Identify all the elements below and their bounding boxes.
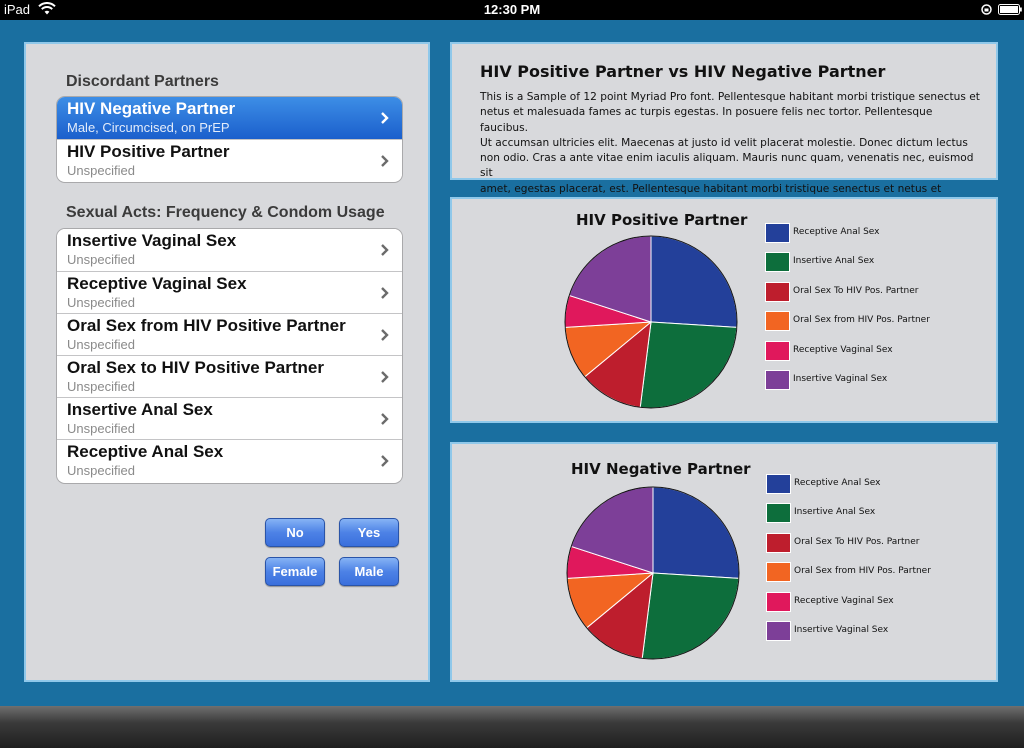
- row-title: Oral Sex to HIV Positive Partner: [67, 358, 324, 377]
- yes-button[interactable]: Yes: [339, 518, 399, 547]
- male-button[interactable]: Male: [339, 557, 399, 586]
- row-subtitle: Unspecified: [67, 252, 135, 267]
- row-title: Oral Sex from HIV Positive Partner: [67, 316, 346, 335]
- act-row-insertive-anal[interactable]: Insertive Anal Sex Unspecified: [57, 397, 402, 439]
- pie-slice: [641, 572, 740, 660]
- description-panel: HIV Positive Partner vs HIV Negative Par…: [450, 42, 998, 210]
- battery-icon: [998, 4, 1022, 15]
- chart-panel-negative: HIV Negative Partner Receptive Anal Sex I…: [450, 442, 998, 682]
- row-subtitle: Unspecified: [67, 379, 135, 394]
- row-subtitle: Unspecified: [67, 463, 135, 478]
- chevron-right-icon: [381, 455, 389, 467]
- description-body: This is a Sample of 12 point Myriad Pro …: [480, 90, 980, 212]
- row-title: Insertive Vaginal Sex: [67, 231, 237, 250]
- act-row-oral-from-positive[interactable]: Oral Sex from HIV Positive Partner Unspe…: [57, 313, 402, 355]
- chart-title: HIV Positive Partner: [576, 211, 748, 229]
- legend-label: Insertive Vaginal Sex: [794, 625, 889, 635]
- partner-row-hiv-positive[interactable]: HIV Positive Partner Unspecified: [57, 139, 402, 181]
- bottom-bar: [0, 706, 1024, 748]
- legend-label: Oral Sex To HIV Pos. Partner: [794, 536, 920, 547]
- rotation-lock-icon: [981, 4, 992, 15]
- description-line: This is a Sample of 12 point Myriad Pro …: [480, 91, 980, 103]
- legend-swatch: [765, 223, 790, 243]
- status-bar: iPad 12:30 PM: [0, 0, 1024, 20]
- pie-chart-positive: [564, 235, 738, 409]
- description-line: non odio. Cras a ante vitae enim iaculis…: [480, 152, 974, 180]
- row-subtitle: Unspecified: [67, 163, 135, 178]
- legend-negative: Receptive Anal Sex Insertive Anal Sex Oral…: [766, 474, 936, 650]
- legend-label: Oral Sex from HIV Pos. Partner: [794, 566, 931, 577]
- row-title: Receptive Vaginal Sex: [67, 274, 247, 293]
- pie-slice: [639, 321, 738, 409]
- chart-panel-positive: HIV Positive Partner Receptive Anal Sex I…: [450, 197, 998, 423]
- act-row-receptive-vaginal[interactable]: Receptive Vaginal Sex Unspecified: [57, 271, 402, 313]
- act-row-insertive-vaginal[interactable]: Insertive Vaginal Sex Unspecified: [57, 229, 402, 271]
- legend-label: Receptive Vaginal Sex: [793, 344, 893, 355]
- female-button[interactable]: Female: [265, 557, 325, 586]
- legend-swatch: [766, 621, 791, 641]
- partner-row-hiv-negative[interactable]: HIV Negative Partner Male, Circumcised, …: [57, 97, 402, 139]
- row-title: Insertive Anal Sex: [67, 400, 213, 419]
- legend-swatch: [766, 532, 791, 553]
- pie-slice: [650, 235, 738, 328]
- sexual-acts-group: Insertive Vaginal Sex Unspecified Recept…: [56, 228, 403, 484]
- legend-positive: Receptive Anal Sex Insertive Anal Sex Oral…: [765, 223, 935, 399]
- legend-label: Receptive Vaginal Sex: [794, 595, 894, 606]
- row-subtitle: Unspecified: [67, 421, 135, 436]
- row-subtitle: Unspecified: [67, 295, 135, 310]
- chevron-right-icon: [381, 371, 389, 383]
- row-subtitle: Unspecified: [67, 337, 135, 352]
- chevron-right-icon: [381, 329, 389, 341]
- legend-label: Receptive Anal Sex: [794, 478, 881, 488]
- act-row-oral-to-positive[interactable]: Oral Sex to HIV Positive Partner Unspeci…: [57, 355, 402, 397]
- status-time: 12:30 PM: [483, 2, 541, 17]
- chevron-right-icon: [381, 413, 389, 425]
- row-title: HIV Negative Partner: [67, 99, 236, 118]
- legend-swatch: [765, 340, 790, 361]
- row-subtitle: Male, Circumcised, on PrEP: [67, 120, 230, 135]
- legend-swatch: [766, 503, 791, 524]
- row-title: HIV Positive Partner: [67, 142, 230, 161]
- chevron-right-icon: [381, 244, 389, 256]
- no-button[interactable]: No: [265, 518, 325, 547]
- description-title: HIV Positive Partner vs HIV Negative Par…: [480, 62, 886, 81]
- legend-swatch: [766, 562, 791, 583]
- legend-swatch: [765, 252, 790, 273]
- act-row-receptive-anal[interactable]: Receptive Anal Sex Unspecified: [57, 439, 402, 481]
- legend-label: Oral Sex from HIV Pos. Partner: [793, 315, 930, 326]
- description-line: Ut accumsan ultricies elit. Maecenas at …: [480, 136, 968, 149]
- legend-label: Insertive Anal Sex: [794, 507, 876, 518]
- legend-swatch: [765, 370, 790, 390]
- legend-swatch: [765, 311, 790, 332]
- chevron-right-icon: [381, 112, 389, 124]
- legend-swatch: [766, 591, 791, 612]
- row-title: Receptive Anal Sex: [67, 442, 224, 461]
- partners-group: HIV Negative Partner Male, Circumcised, …: [56, 96, 403, 183]
- legend-swatch: [766, 474, 791, 494]
- legend-label: Receptive Anal Sex: [793, 227, 880, 237]
- chevron-right-icon: [381, 287, 389, 299]
- discordant-partners-header: Discordant Partners: [66, 73, 219, 90]
- sexual-acts-header: Sexual Acts: Frequency & Condom Usage: [66, 204, 385, 221]
- chart-title: HIV Negative Partner: [571, 460, 751, 478]
- description-line: netus et malesuada fames ac turpis egest…: [480, 106, 933, 134]
- pie-slice: [652, 486, 740, 579]
- legend-label: Insertive Vaginal Sex: [793, 374, 888, 384]
- pie-chart-negative: [566, 486, 740, 660]
- legend-swatch: [765, 281, 790, 302]
- legend-label: Oral Sex To HIV Pos. Partner: [793, 285, 919, 296]
- legend-label: Insertive Anal Sex: [793, 256, 875, 267]
- chevron-right-icon: [381, 155, 389, 167]
